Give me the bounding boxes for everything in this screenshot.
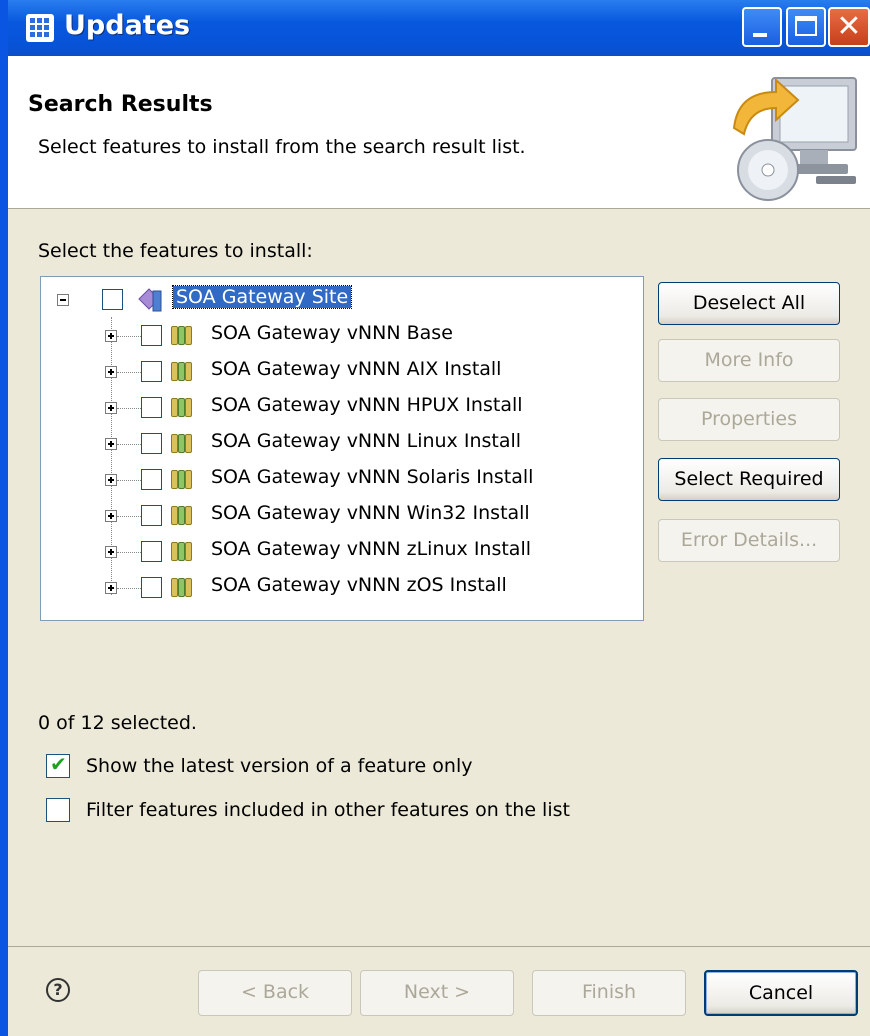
expand-icon[interactable] xyxy=(105,330,117,342)
tree-connector xyxy=(117,588,141,589)
app-grid-icon xyxy=(26,14,54,42)
close-button[interactable]: ✕ xyxy=(828,7,870,47)
feature-checkbox[interactable] xyxy=(141,433,162,454)
updates-dialog: Updates ✕ Search Results Select features… xyxy=(0,0,870,1036)
root-checkbox[interactable] xyxy=(102,289,123,310)
filter-included-label: Filter features included in other featur… xyxy=(86,799,570,821)
collapse-icon[interactable] xyxy=(57,294,69,306)
tree-root-label: SOA Gateway Site xyxy=(171,285,353,309)
feature-label: SOA Gateway vNNN AIX Install xyxy=(211,358,502,380)
feature-icon xyxy=(171,542,193,561)
update-site-icon xyxy=(138,288,162,312)
tree-item[interactable]: SOA Gateway vNNN zLinux Install xyxy=(41,537,641,567)
tree-item[interactable]: SOA Gateway vNNN Win32 Install xyxy=(41,501,641,531)
feature-icon xyxy=(171,470,193,489)
tree-root-row[interactable]: SOA Gateway Site xyxy=(41,285,641,315)
page-description: Select features to install from the sear… xyxy=(38,136,526,158)
feature-label: SOA Gateway vNNN HPUX Install xyxy=(211,394,523,416)
feature-icon xyxy=(171,434,193,453)
wizard-banner: Search Results Select features to instal… xyxy=(8,56,870,209)
expand-icon[interactable] xyxy=(105,438,117,450)
feature-icon xyxy=(171,398,193,417)
page-title: Search Results xyxy=(28,92,213,117)
maximize-icon xyxy=(795,16,817,36)
install-computer-icon xyxy=(732,77,857,201)
features-tree[interactable]: SOA Gateway Site SOA Gateway vNNN Base S… xyxy=(40,276,644,621)
feature-label: SOA Gateway vNNN Linux Install xyxy=(211,430,522,452)
feature-icon xyxy=(171,326,193,345)
maximize-button[interactable] xyxy=(786,7,826,47)
features-section-label: Select the features to install: xyxy=(38,240,313,262)
latest-version-checkbox[interactable]: ✔ xyxy=(46,752,70,778)
tree-item[interactable]: SOA Gateway vNNN Solaris Install xyxy=(41,465,641,495)
deselect-all-button[interactable]: Deselect All xyxy=(658,282,840,325)
feature-label: SOA Gateway vNNN Base xyxy=(211,322,453,344)
feature-icon xyxy=(171,578,193,597)
select-required-button[interactable]: Select Required xyxy=(658,458,840,501)
more-info-button[interactable]: More Info xyxy=(658,339,840,382)
feature-label: SOA Gateway vNNN zOS Install xyxy=(211,574,507,596)
tree-connector xyxy=(117,336,141,337)
feature-checkbox[interactable] xyxy=(141,541,162,562)
tree-item[interactable]: SOA Gateway vNNN Linux Install xyxy=(41,429,641,459)
feature-label: SOA Gateway vNNN Solaris Install xyxy=(211,466,534,488)
tree-item[interactable]: SOA Gateway vNNN zOS Install xyxy=(41,573,641,603)
tree-item[interactable]: SOA Gateway vNNN HPUX Install xyxy=(41,393,641,423)
tree-connector xyxy=(117,480,141,481)
feature-icon xyxy=(171,362,193,381)
expand-icon[interactable] xyxy=(105,402,117,414)
help-icon[interactable]: ? xyxy=(46,978,70,1002)
tree-connector xyxy=(117,408,141,409)
next-button[interactable]: Next > xyxy=(360,970,514,1016)
error-details-button[interactable]: Error Details... xyxy=(658,519,840,562)
title-bar[interactable]: Updates ✕ xyxy=(8,0,870,56)
latest-version-label: Show the latest version of a feature onl… xyxy=(86,755,473,777)
selection-status: 0 of 12 selected. xyxy=(38,712,197,734)
close-icon: ✕ xyxy=(836,9,862,44)
minimize-icon xyxy=(753,33,767,37)
feature-label: SOA Gateway vNNN Win32 Install xyxy=(211,502,530,524)
tree-item[interactable]: SOA Gateway vNNN Base xyxy=(41,321,641,351)
expand-icon[interactable] xyxy=(105,366,117,378)
expand-icon[interactable] xyxy=(105,474,117,486)
properties-button[interactable]: Properties xyxy=(658,398,840,441)
back-button[interactable]: < Back xyxy=(198,970,352,1016)
feature-checkbox[interactable] xyxy=(141,505,162,526)
expand-icon[interactable] xyxy=(105,510,117,522)
tree-connector xyxy=(117,552,141,553)
checkmark-icon: ✔ xyxy=(50,752,67,776)
expand-icon[interactable] xyxy=(105,582,117,594)
tree-connector xyxy=(117,444,141,445)
finish-button[interactable]: Finish xyxy=(532,970,686,1016)
feature-label: SOA Gateway vNNN zLinux Install xyxy=(211,538,532,560)
window-title: Updates xyxy=(64,10,191,41)
feature-checkbox[interactable] xyxy=(141,325,162,346)
feature-checkbox[interactable] xyxy=(141,397,162,418)
minimize-button[interactable] xyxy=(742,7,782,47)
footer-divider xyxy=(8,946,870,947)
feature-icon xyxy=(171,506,193,525)
feature-checkbox[interactable] xyxy=(141,469,162,490)
tree-connector xyxy=(117,516,141,517)
feature-checkbox[interactable] xyxy=(141,577,162,598)
latest-version-option[interactable]: ✔ Show the latest version of a feature o… xyxy=(46,752,606,780)
filter-included-option[interactable]: Filter features included in other featur… xyxy=(46,798,666,824)
cancel-button[interactable]: Cancel xyxy=(704,970,858,1016)
tree-connector xyxy=(117,372,141,373)
feature-checkbox[interactable] xyxy=(141,361,162,382)
expand-icon[interactable] xyxy=(105,546,117,558)
filter-included-checkbox[interactable] xyxy=(46,798,70,822)
tree-item[interactable]: SOA Gateway vNNN AIX Install xyxy=(41,357,641,387)
